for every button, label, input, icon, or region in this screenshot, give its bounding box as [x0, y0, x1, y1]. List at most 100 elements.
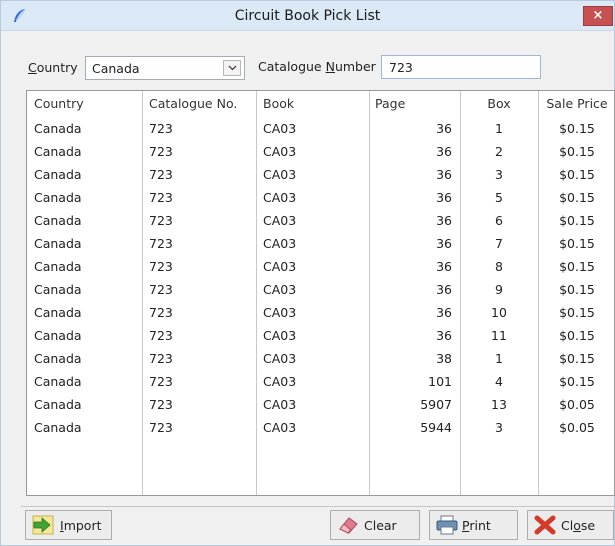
- cell-catalogue-no: 723: [149, 213, 173, 228]
- cell-country: Canada: [34, 420, 82, 435]
- window-title: Circuit Book Pick List: [234, 8, 381, 24]
- pick-list-window: Circuit Book Pick List × Country Canada …: [0, 0, 615, 546]
- table-row[interactable]: Canada 723 CA03 5907 13 $0.05: [27, 393, 614, 416]
- cell-book: CA03: [263, 420, 297, 435]
- cell-book: CA03: [263, 374, 297, 389]
- table-row[interactable]: Canada 723 CA03 36 5 $0.15: [27, 186, 614, 209]
- table-row[interactable]: Canada 723 CA03 36 6 $0.15: [27, 209, 614, 232]
- cell-catalogue-no: 723: [149, 282, 173, 297]
- cell-page: 5944: [420, 420, 452, 435]
- cell-page: 36: [436, 328, 452, 343]
- cell-page: 36: [436, 190, 452, 205]
- cell-book: CA03: [263, 351, 297, 366]
- eraser-icon: [339, 517, 358, 534]
- cell-book: CA03: [263, 190, 297, 205]
- cell-box: 13: [491, 397, 507, 412]
- cell-page: 36: [436, 213, 452, 228]
- country-select-value: Canada: [92, 61, 140, 76]
- cell-sale-price: $0.15: [559, 144, 595, 159]
- header-book[interactable]: Book: [256, 91, 369, 117]
- cell-book: CA03: [263, 305, 297, 320]
- country-select[interactable]: Canada: [85, 56, 245, 80]
- cell-catalogue-no: 723: [149, 121, 173, 136]
- header-catalogue-no[interactable]: Catalogue No.: [142, 91, 256, 117]
- cell-book: CA03: [263, 282, 297, 297]
- table-row[interactable]: Canada 723 CA03 36 8 $0.15: [27, 255, 614, 278]
- cell-country: Canada: [34, 328, 82, 343]
- catalogue-number-input[interactable]: [381, 55, 541, 79]
- table-row[interactable]: Canada 723 CA03 38 1 $0.15: [27, 347, 614, 370]
- clear-label: Clear: [364, 518, 397, 533]
- cell-sale-price: $0.15: [559, 236, 595, 251]
- cell-book: CA03: [263, 236, 297, 251]
- cell-book: CA03: [263, 144, 297, 159]
- cell-country: Canada: [34, 282, 82, 297]
- cell-page: 36: [436, 236, 452, 251]
- cell-page: 36: [436, 144, 452, 159]
- table-row[interactable]: Canada 723 CA03 36 10 $0.15: [27, 301, 614, 324]
- red-x-icon: [534, 515, 556, 535]
- cell-book: CA03: [263, 259, 297, 274]
- cell-page: 36: [436, 167, 452, 182]
- cell-book: CA03: [263, 167, 297, 182]
- table-row[interactable]: Canada 723 CA03 5944 3 $0.05: [27, 416, 614, 439]
- cell-catalogue-no: 723: [149, 167, 173, 182]
- table-row[interactable]: Canada 723 CA03 36 9 $0.15: [27, 278, 614, 301]
- cell-box: 2: [495, 144, 503, 159]
- header-box[interactable]: Box: [460, 91, 538, 117]
- dropdown-button[interactable]: [223, 60, 241, 76]
- close-button[interactable]: Close: [527, 510, 614, 540]
- cell-box: 1: [495, 351, 503, 366]
- cell-box: 3: [495, 167, 503, 182]
- catalogue-number-label: Catalogue Number: [258, 59, 376, 74]
- cell-country: Canada: [34, 305, 82, 320]
- cell-sale-price: $0.15: [559, 374, 595, 389]
- cell-country: Canada: [34, 213, 82, 228]
- cell-page: 101: [428, 374, 452, 389]
- cell-catalogue-no: 723: [149, 305, 173, 320]
- cell-book: CA03: [263, 121, 297, 136]
- window-close-button[interactable]: ×: [583, 6, 613, 26]
- table-row[interactable]: Canada 723 CA03 36 2 $0.15: [27, 140, 614, 163]
- cell-catalogue-no: 723: [149, 236, 173, 251]
- header-country[interactable]: Country: [27, 91, 142, 117]
- cell-catalogue-no: 723: [149, 259, 173, 274]
- header-sale-price[interactable]: Sale Price: [538, 91, 614, 117]
- cell-page: 38: [436, 351, 452, 366]
- cell-sale-price: $0.15: [559, 282, 595, 297]
- cell-catalogue-no: 723: [149, 144, 173, 159]
- cell-page: 36: [436, 282, 452, 297]
- cell-country: Canada: [34, 236, 82, 251]
- import-button[interactable]: Import: [25, 510, 112, 540]
- clear-button[interactable]: Clear: [330, 510, 420, 540]
- cell-box: 6: [495, 213, 503, 228]
- print-button[interactable]: Print: [429, 510, 518, 540]
- import-arrow-icon: [32, 515, 54, 535]
- table-row[interactable]: Canada 723 CA03 36 1 $0.15: [27, 117, 614, 140]
- cell-box: 4: [495, 374, 503, 389]
- cell-catalogue-no: 723: [149, 397, 173, 412]
- cell-box: 9: [495, 282, 503, 297]
- cell-sale-price: $0.15: [559, 351, 595, 366]
- cell-book: CA03: [263, 397, 297, 412]
- cell-sale-price: $0.05: [559, 397, 595, 412]
- cell-sale-price: $0.15: [559, 213, 595, 228]
- cell-country: Canada: [34, 351, 82, 366]
- cell-sale-price: $0.15: [559, 167, 595, 182]
- cell-box: 10: [491, 305, 507, 320]
- cell-country: Canada: [34, 190, 82, 205]
- table-row[interactable]: Canada 723 CA03 36 11 $0.15: [27, 324, 614, 347]
- table-row[interactable]: Canada 723 CA03 101 4 $0.15: [27, 370, 614, 393]
- pick-list-table[interactable]: Country Catalogue No. Book Page Box Sale…: [26, 90, 615, 496]
- cell-sale-price: $0.15: [559, 305, 595, 320]
- table-row[interactable]: Canada 723 CA03 36 7 $0.15: [27, 232, 614, 255]
- cell-box: 3: [495, 420, 503, 435]
- cell-catalogue-no: 723: [149, 374, 173, 389]
- cell-box: 11: [491, 328, 507, 343]
- cell-book: CA03: [263, 328, 297, 343]
- cell-page: 36: [436, 259, 452, 274]
- cell-sale-price: $0.15: [559, 190, 595, 205]
- table-row[interactable]: Canada 723 CA03 36 3 $0.15: [27, 163, 614, 186]
- printer-icon: [436, 515, 458, 535]
- header-page[interactable]: Page: [369, 91, 460, 117]
